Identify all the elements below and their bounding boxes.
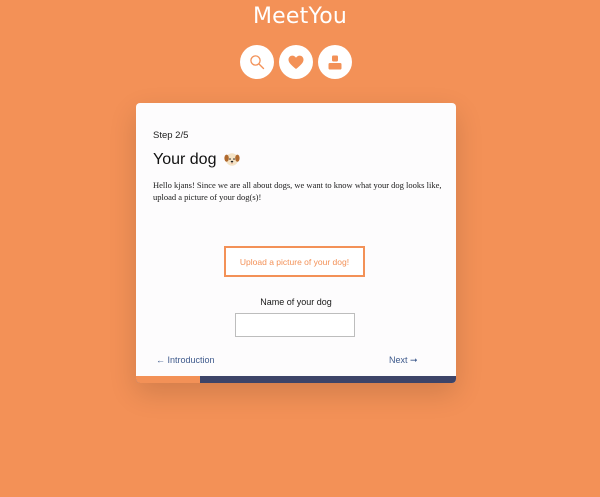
dog-name-input[interactable] (235, 313, 355, 337)
onboarding-card: Step 2/5 Your dog Hello kjans! Since we … (136, 103, 456, 383)
description-text: Hello kjans! Since we are all about dogs… (153, 180, 442, 202)
upload-picture-button[interactable]: Upload a picture of your dog! (224, 246, 365, 277)
top-nav (240, 45, 352, 80)
search-button[interactable] (240, 45, 274, 79)
dog-face-icon (224, 153, 240, 166)
progress-bar (136, 376, 456, 383)
next-step-link[interactable]: Next ➞ (389, 355, 418, 366)
app-logo: MeetYou (253, 4, 347, 29)
step-indicator: Step 2/5 (153, 130, 189, 141)
heart-icon (288, 55, 304, 69)
search-icon (250, 55, 265, 70)
previous-step-link[interactable]: ← Introduction (156, 355, 215, 365)
progress-bar-fill (136, 376, 200, 383)
profile-button[interactable] (318, 45, 352, 79)
dog-name-label: Name of your dog (260, 297, 332, 307)
page-title: Your dog (153, 151, 240, 169)
favorites-button[interactable] (279, 45, 313, 79)
profile-icon (328, 55, 342, 69)
page-title-text: Your dog (153, 151, 217, 168)
